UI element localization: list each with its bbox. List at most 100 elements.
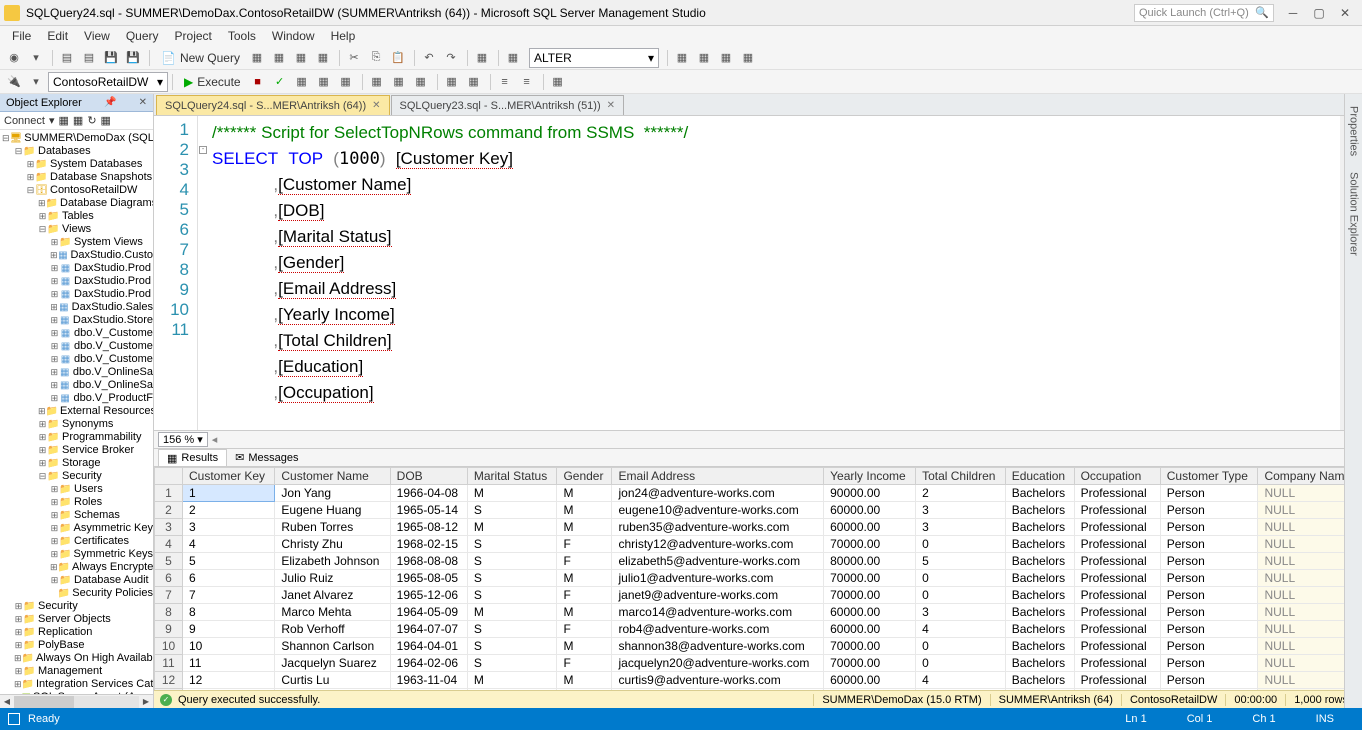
menu-edit[interactable]: Edit xyxy=(39,29,76,43)
properties-tab[interactable]: Properties xyxy=(1346,98,1362,164)
results-tab[interactable]: ▦Results xyxy=(158,449,227,467)
table-cell[interactable]: 1968-01-18 xyxy=(390,689,467,691)
table-cell[interactable]: S xyxy=(467,655,557,672)
tree-pb[interactable]: PolyBase xyxy=(38,639,84,652)
tree-v3[interactable]: DaxStudio.Prod xyxy=(74,275,151,288)
tree-dbdiag[interactable]: Database Diagrams xyxy=(60,197,153,210)
table-cell[interactable]: 70000.00 xyxy=(824,638,916,655)
table-cell[interactable]: Person xyxy=(1160,570,1258,587)
table-cell[interactable]: 1963-11-04 xyxy=(390,672,467,689)
table-cell[interactable]: S xyxy=(467,621,557,638)
column-header[interactable] xyxy=(155,468,183,485)
new-item-button[interactable]: ▤ xyxy=(57,48,77,68)
table-cell[interactable]: 4 xyxy=(155,536,183,553)
tree-asym[interactable]: Asymmetric Key xyxy=(74,522,153,535)
table-cell[interactable]: lauren41@adventure-works.com xyxy=(612,689,824,691)
table-cell[interactable]: 60000.00 xyxy=(824,672,916,689)
redo-button[interactable]: ↷ xyxy=(441,48,461,68)
table-cell[interactable]: 8 xyxy=(183,604,275,621)
table-cell[interactable]: Professional xyxy=(1074,587,1160,604)
table-cell[interactable]: Professional xyxy=(1074,621,1160,638)
btn7[interactable]: ▦ xyxy=(672,48,692,68)
table-cell[interactable]: 2 xyxy=(183,502,275,519)
table-cell[interactable]: 4 xyxy=(916,621,1006,638)
code-content[interactable]: /****** Script for SelectTopNRows comman… xyxy=(208,116,1340,430)
table-cell[interactable]: 60000.00 xyxy=(824,502,916,519)
menu-tools[interactable]: Tools xyxy=(220,29,264,43)
undo-button[interactable]: ↶ xyxy=(419,48,439,68)
restore-button[interactable]: ▢ xyxy=(1306,3,1332,23)
btn-conn[interactable]: 🔌 xyxy=(4,72,24,92)
menu-view[interactable]: View xyxy=(76,29,118,43)
table-cell[interactable]: 4 xyxy=(183,536,275,553)
table-cell[interactable]: 4 xyxy=(916,672,1006,689)
table-cell[interactable]: 1965-12-06 xyxy=(390,587,467,604)
btn12[interactable]: ▦ xyxy=(314,72,334,92)
tree-prog[interactable]: Programmability xyxy=(62,431,141,444)
table-cell[interactable]: 8 xyxy=(155,604,183,621)
table-cell[interactable]: Elizabeth Johnson xyxy=(275,553,390,570)
tree-v4[interactable]: DaxStudio.Prod xyxy=(74,288,151,301)
outdent-button[interactable]: ≡ xyxy=(517,72,537,92)
table-cell[interactable]: Jon Yang xyxy=(275,485,390,502)
table-cell[interactable]: 0 xyxy=(916,655,1006,672)
table-cell[interactable]: 1964-05-09 xyxy=(390,604,467,621)
table-row[interactable]: 99Rob Verhoff1964-07-07SFrob4@adventure-… xyxy=(155,621,1362,638)
table-cell[interactable]: Professional xyxy=(1074,638,1160,655)
tree-isc[interactable]: Integration Services Catalo xyxy=(36,678,153,691)
table-cell[interactable]: Rob Verhoff xyxy=(275,621,390,638)
table-cell[interactable]: S xyxy=(467,536,557,553)
table-cell[interactable]: 10 xyxy=(183,638,275,655)
tree-v6[interactable]: DaxStudio.Store xyxy=(73,314,153,327)
tab-inactive[interactable]: SQLQuery23.sql - S...MER\Antriksh (51))✕ xyxy=(391,95,625,115)
btn13[interactable]: ▦ xyxy=(336,72,356,92)
table-cell[interactable]: Professional xyxy=(1074,485,1160,502)
tree-sysviews[interactable]: System Views xyxy=(74,236,143,249)
table-cell[interactable]: jon24@adventure-works.com xyxy=(612,485,824,502)
table-cell[interactable]: Bachelors xyxy=(1005,519,1074,536)
table-cell[interactable]: S xyxy=(467,587,557,604)
tree-sec2[interactable]: Security xyxy=(38,600,78,613)
column-header[interactable]: Occupation xyxy=(1074,468,1160,485)
tree-sysdb[interactable]: System Databases xyxy=(50,158,142,171)
table-cell[interactable]: Bachelors xyxy=(1005,638,1074,655)
nav-back-button[interactable]: ◉ xyxy=(4,48,24,68)
results-grid[interactable]: Customer KeyCustomer NameDOBMarital Stat… xyxy=(154,466,1362,690)
tree-ae[interactable]: Always Encrypte xyxy=(72,561,153,574)
btn10[interactable]: ▦ xyxy=(738,48,758,68)
table-cell[interactable]: 3 xyxy=(916,502,1006,519)
table-cell[interactable]: 12 xyxy=(155,672,183,689)
table-cell[interactable]: 6 xyxy=(155,570,183,587)
tree-mgmt[interactable]: Management xyxy=(38,665,102,678)
table-cell[interactable]: Janet Alvarez xyxy=(275,587,390,604)
table-row[interactable]: 88Marco Mehta1964-05-09MMmarco14@adventu… xyxy=(155,604,1362,621)
table-cell[interactable]: 13 xyxy=(155,689,183,691)
table-cell[interactable]: M xyxy=(467,689,557,691)
table-cell[interactable]: 1964-04-01 xyxy=(390,638,467,655)
table-cell[interactable]: Professional xyxy=(1074,519,1160,536)
table-cell[interactable]: Bachelors xyxy=(1005,485,1074,502)
table-cell[interactable]: 1966-04-08 xyxy=(390,485,467,502)
table-cell[interactable]: F xyxy=(557,553,612,570)
oe-btn4[interactable]: ▦ xyxy=(101,114,111,127)
menu-file[interactable]: File xyxy=(4,29,39,43)
tree-v9[interactable]: dbo.V_Custome xyxy=(74,353,153,366)
table-cell[interactable]: 2 xyxy=(916,485,1006,502)
tree-so[interactable]: Server Objects xyxy=(38,613,111,626)
table-cell[interactable]: Jacquelyn Suarez xyxy=(275,655,390,672)
tree-server[interactable]: SUMMER\DemoDax (SQL Serv xyxy=(24,132,153,145)
btn15[interactable]: ▦ xyxy=(389,72,409,92)
table-cell[interactable]: Bachelors xyxy=(1005,553,1074,570)
table-cell[interactable]: 12 xyxy=(183,672,275,689)
tree-roles[interactable]: Roles xyxy=(74,496,102,509)
btn6[interactable]: ▦ xyxy=(503,48,523,68)
table-cell[interactable]: 0 xyxy=(916,587,1006,604)
table-cell[interactable]: M xyxy=(557,604,612,621)
table-cell[interactable]: 0 xyxy=(916,536,1006,553)
table-cell[interactable]: Person xyxy=(1160,621,1258,638)
table-cell[interactable]: F xyxy=(557,655,612,672)
table-cell[interactable]: S xyxy=(467,638,557,655)
tree-repl[interactable]: Replication xyxy=(38,626,92,639)
close-button[interactable]: ✕ xyxy=(1332,3,1358,23)
table-cell[interactable]: eugene10@adventure-works.com xyxy=(612,502,824,519)
